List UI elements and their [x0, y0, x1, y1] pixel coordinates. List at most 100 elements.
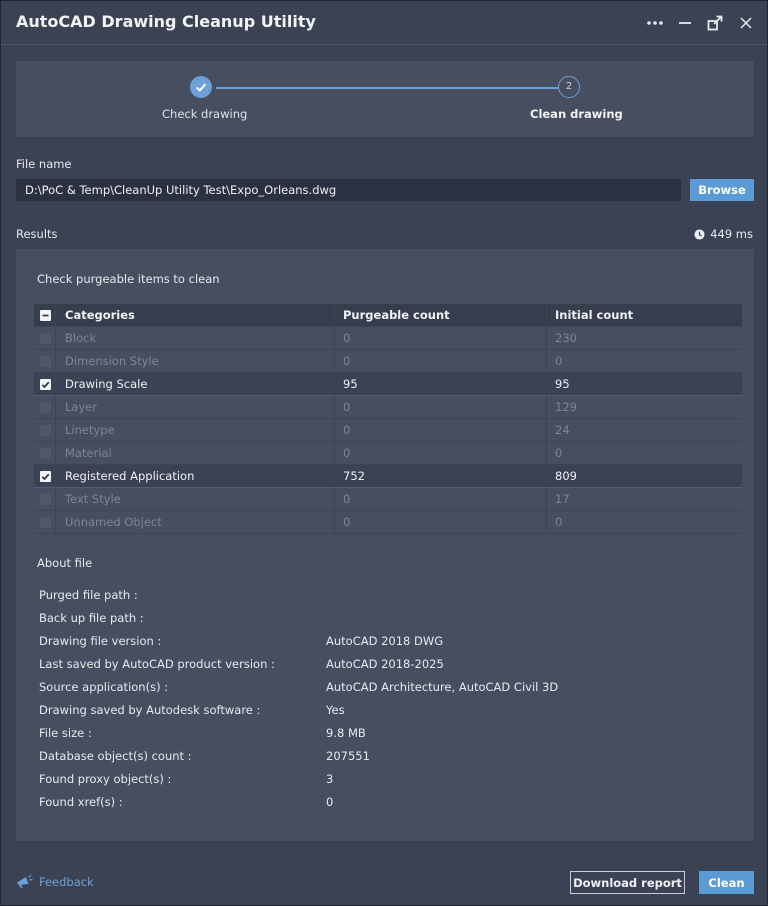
table-row: Linetype 0 24: [34, 419, 742, 442]
elapsed-time-value: 449 ms: [710, 227, 753, 241]
results-label: Results: [16, 227, 58, 241]
feedback-label: Feedback: [39, 874, 94, 889]
progress-stepper: 2 Check drawing Clean drawing: [16, 61, 754, 137]
info-label: Last saved by AutoCAD product version :: [39, 657, 275, 671]
row-purgeable-count: 752: [343, 469, 365, 483]
app-window: AutoCAD Drawing Cleanup Utility 2 Check …: [0, 0, 768, 906]
row-checkbox[interactable]: [40, 517, 51, 528]
window-title: AutoCAD Drawing Cleanup Utility: [16, 12, 316, 31]
info-label: Found proxy object(s) :: [39, 772, 172, 786]
select-all-checkbox[interactable]: [40, 310, 51, 321]
info-value: 3: [326, 772, 334, 786]
step-1-label: Check drawing: [162, 107, 248, 121]
info-value: Yes: [326, 703, 345, 717]
column-header-initial[interactable]: Initial count: [555, 304, 755, 327]
row-initial-count: 230: [555, 331, 577, 345]
info-value: AutoCAD 2018 DWG: [326, 634, 444, 648]
info-value: AutoCAD 2018-2025: [326, 657, 444, 671]
browse-button[interactable]: Browse: [690, 179, 754, 201]
close-icon[interactable]: [736, 13, 756, 33]
check-icon: [41, 473, 50, 481]
purge-table: Categories Purgeable count Initial count…: [34, 304, 742, 534]
info-label: Purged file path :: [39, 588, 138, 602]
feedback-link[interactable]: Feedback: [16, 874, 94, 889]
info-label: File size :: [39, 726, 92, 740]
more-horizontal-icon[interactable]: [645, 13, 665, 33]
title-bar: AutoCAD Drawing Cleanup Utility: [1, 1, 767, 45]
info-value: 9.8 MB: [326, 726, 366, 740]
info-label: Database object(s) count :: [39, 749, 192, 763]
row-initial-count: 17: [555, 492, 570, 506]
row-category: Registered Application: [65, 469, 195, 483]
select-all-cell: [34, 304, 56, 327]
row-purgeable-count: 0: [343, 354, 351, 368]
table-row: Material 0 0: [34, 442, 742, 465]
stepper-connector: [216, 87, 569, 89]
about-file-title: About file: [37, 556, 93, 570]
row-purgeable-count: 0: [343, 446, 351, 460]
table-header: Categories Purgeable count Initial count: [34, 304, 742, 327]
column-header-purgeable[interactable]: Purgeable count: [343, 304, 543, 327]
row-checkbox[interactable]: [40, 402, 51, 413]
table-row: Registered Application 752 809: [34, 465, 742, 488]
indeterminate-icon: [42, 314, 49, 317]
row-purgeable-count: 0: [343, 423, 351, 437]
file-path-input[interactable]: [16, 179, 681, 201]
row-category: Linetype: [65, 423, 115, 437]
megaphone-icon: [17, 874, 33, 888]
row-checkbox[interactable]: [40, 494, 51, 505]
row-purgeable-count: 0: [343, 492, 351, 506]
info-label: Source application(s) :: [39, 680, 169, 694]
elapsed-time: 449 ms: [694, 227, 753, 241]
check-icon: [195, 83, 207, 92]
row-purgeable-count: 0: [343, 515, 351, 529]
file-name-label: File name: [16, 157, 72, 171]
results-panel: Check purgeable items to clean Categorie…: [16, 249, 754, 841]
row-initial-count: 0: [555, 515, 563, 529]
clock-icon: [694, 228, 705, 240]
row-category: Dimension Style: [65, 354, 159, 368]
minimize-icon[interactable]: [675, 13, 695, 33]
check-icon: [41, 381, 50, 389]
table-row: Text Style 0 17: [34, 488, 742, 511]
row-checkbox[interactable]: [40, 448, 51, 459]
row-category: Layer: [65, 400, 98, 414]
row-initial-count: 95: [555, 377, 570, 391]
info-value: AutoCAD Architecture, AutoCAD Civil 3D: [326, 680, 559, 694]
download-report-button[interactable]: Download report: [570, 871, 685, 894]
clean-button[interactable]: Clean: [699, 871, 754, 894]
info-value: 207551: [326, 749, 370, 763]
row-checkbox[interactable]: [40, 471, 51, 482]
row-checkbox[interactable]: [40, 425, 51, 436]
row-category: Drawing Scale: [65, 377, 148, 391]
table-row: Block 0 230: [34, 327, 742, 350]
row-category: Text Style: [65, 492, 121, 506]
column-header-categories[interactable]: Categories: [65, 304, 315, 327]
step-2-label: Clean drawing: [530, 107, 623, 121]
row-purgeable-count: 0: [343, 400, 351, 414]
step-2-indicator: 2: [558, 76, 580, 98]
row-category: Block: [65, 331, 97, 345]
row-checkbox[interactable]: [40, 333, 51, 344]
table-row: Layer 0 129: [34, 396, 742, 419]
info-label: Found xref(s) :: [39, 795, 123, 809]
row-category: Unnamed Object: [65, 515, 162, 529]
row-purgeable-count: 0: [343, 331, 351, 345]
row-initial-count: 24: [555, 423, 570, 437]
info-value: 0: [326, 795, 334, 809]
table-row: Unnamed Object 0 0: [34, 511, 742, 534]
row-initial-count: 0: [555, 354, 563, 368]
table-row: Dimension Style 0 0: [34, 350, 742, 373]
row-initial-count: 129: [555, 400, 577, 414]
row-category: Material: [65, 446, 112, 460]
info-label: Drawing saved by Autodesk software :: [39, 703, 261, 717]
row-initial-count: 0: [555, 446, 563, 460]
popout-icon[interactable]: [705, 13, 725, 33]
row-checkbox[interactable]: [40, 356, 51, 367]
step-1-indicator: [190, 76, 212, 98]
row-purgeable-count: 95: [343, 377, 358, 391]
table-row: Drawing Scale 95 95: [34, 373, 742, 396]
instruction-text: Check purgeable items to clean: [37, 272, 220, 286]
row-checkbox[interactable]: [40, 379, 51, 390]
row-initial-count: 809: [555, 469, 577, 483]
